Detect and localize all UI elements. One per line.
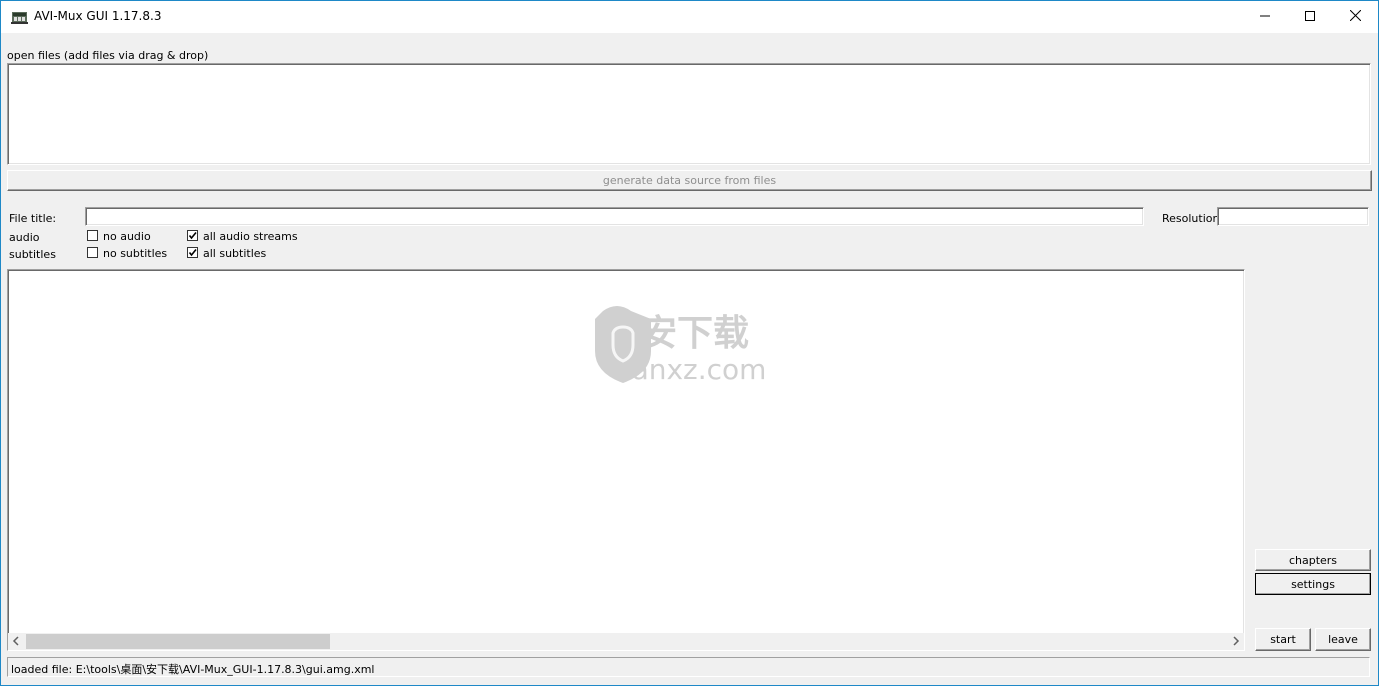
no-audio-label: no audio — [103, 230, 151, 243]
checkmark-icon — [188, 248, 197, 257]
status-text: loaded file: E:\tools\桌面\安下载\AVI-Mux_GUI… — [11, 663, 375, 676]
resolution-input[interactable] — [1217, 207, 1369, 226]
minimize-icon — [1260, 11, 1270, 24]
scrollbar-thumb[interactable] — [26, 634, 330, 649]
generate-data-source-button[interactable]: generate data source from files — [7, 170, 1372, 191]
anxz-watermark-logo: 安下载 anxz.com — [595, 306, 767, 385]
checkmark-icon — [188, 231, 197, 240]
horizontal-scrollbar[interactable] — [8, 633, 1244, 650]
start-button[interactable]: start — [1255, 628, 1311, 651]
leave-button[interactable]: leave — [1315, 628, 1371, 651]
window-title: AVI-Mux GUI 1.17.8.3 — [34, 9, 162, 23]
maximize-icon — [1305, 10, 1315, 24]
app-window: AVI-Mux GUI 1.17.8.3 open files (add fil… — [0, 0, 1379, 686]
all-subtitles-checkbox[interactable] — [187, 247, 198, 258]
watermark-cn-text: 安下载 — [641, 313, 749, 354]
audio-label: audio — [9, 231, 40, 244]
all-audio-streams-checkbox[interactable] — [187, 230, 198, 241]
no-audio-checkbox[interactable] — [87, 230, 98, 241]
settings-button[interactable]: settings — [1255, 573, 1371, 595]
open-files-label: open files (add files via drag & drop) — [7, 49, 209, 62]
watermark-en-text: anxz.com — [632, 353, 767, 385]
scroll-left-icon[interactable] — [12, 636, 20, 649]
no-subtitles-label: no subtitles — [103, 247, 168, 260]
resolution-label: Resolution: — [1162, 212, 1224, 225]
file-title-input[interactable] — [85, 207, 1144, 226]
file-title-label: File title: — [9, 212, 57, 225]
chapters-button[interactable]: chapters — [1255, 549, 1371, 571]
app-icon — [11, 9, 28, 25]
all-subtitles-label: all subtitles — [203, 247, 267, 260]
status-bar: loaded file: E:\tools\桌面\安下载\AVI-Mux_GUI… — [7, 657, 1370, 677]
title-bar[interactable]: AVI-Mux GUI 1.17.8.3 — [1, 1, 1378, 33]
close-button[interactable] — [1332, 1, 1378, 33]
minimize-button[interactable] — [1242, 1, 1288, 33]
open-files-list[interactable] — [7, 63, 1371, 165]
close-icon — [1349, 9, 1361, 24]
no-subtitles-checkbox[interactable] — [87, 247, 98, 258]
scroll-right-icon[interactable] — [1232, 636, 1240, 649]
subtitles-label: subtitles — [9, 248, 56, 261]
all-audio-streams-label: all audio streams — [203, 230, 298, 243]
maximize-button[interactable] — [1287, 1, 1333, 33]
